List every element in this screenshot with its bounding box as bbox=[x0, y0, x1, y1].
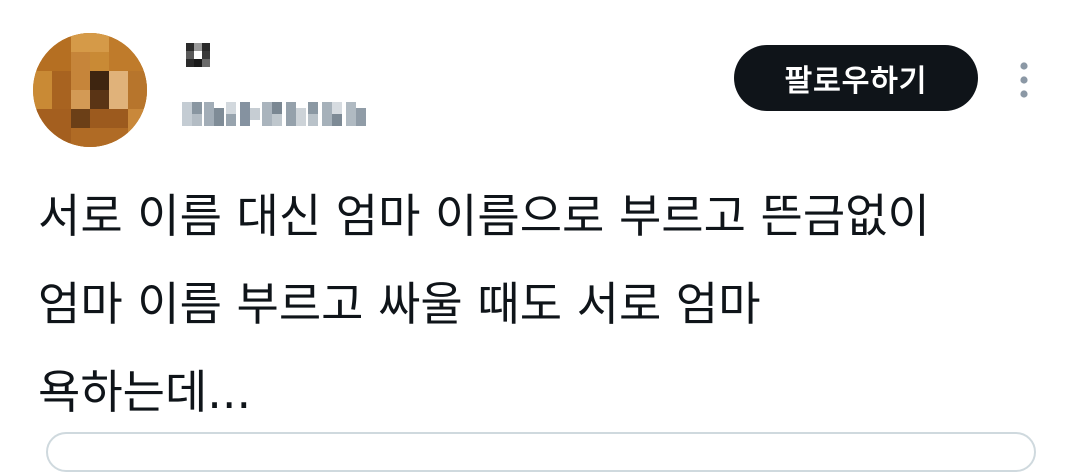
follow-button[interactable]: 팔로우하기 bbox=[734, 45, 978, 111]
avatar-pixelated-image bbox=[33, 33, 147, 147]
avatar[interactable] bbox=[33, 33, 147, 147]
tweet-text: 서로 이름 대신 엄마 이름으로 부르고 뜬금없이 엄마 이름 부르고 싸울 때… bbox=[38, 172, 1048, 436]
tweet-text-line: 서로 이름 대신 엄마 이름으로 부르고 뜬금없이 bbox=[38, 189, 930, 243]
more-vertical-icon[interactable] bbox=[1010, 58, 1038, 102]
tweet-text-line: 욕하는데... bbox=[38, 365, 252, 419]
display-name-pixelated bbox=[186, 43, 210, 67]
user-handle-pixelated bbox=[182, 102, 366, 126]
tweet-text-line: 엄마 이름 부르고 싸울 때도 서로 엄마 bbox=[38, 277, 761, 331]
embedded-card[interactable] bbox=[46, 432, 1036, 472]
